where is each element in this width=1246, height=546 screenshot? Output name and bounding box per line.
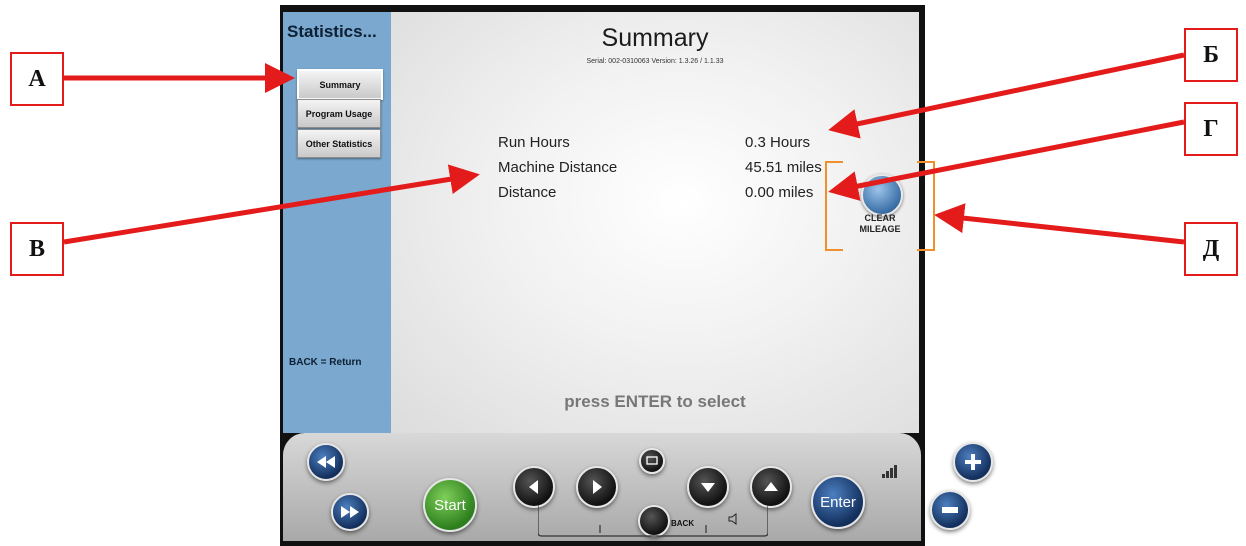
fast-forward-icon bbox=[341, 506, 359, 518]
callout-b: Б bbox=[1184, 28, 1238, 82]
minus-icon bbox=[942, 507, 958, 513]
incline-icon bbox=[882, 465, 897, 478]
selection-bracket-right bbox=[917, 161, 935, 251]
sidebar-item-other-statistics[interactable]: Other Statistics bbox=[297, 129, 381, 158]
enter-button[interactable]: Enter bbox=[811, 475, 865, 529]
sidebar: Statistics... Summary Program Usage Othe… bbox=[283, 12, 391, 433]
stat-label-run-hours: Run Hours bbox=[498, 134, 570, 151]
down-button[interactable] bbox=[687, 466, 729, 508]
main-panel: Summary Serial: 002-0310063 Version: 1.3… bbox=[391, 12, 935, 433]
tv-icon bbox=[646, 456, 658, 465]
enter-hint: press ENTER to select bbox=[564, 392, 746, 411]
stat-value-distance: 0.00 miles bbox=[745, 184, 814, 201]
callout-v: В bbox=[10, 222, 64, 276]
arrow-down-icon bbox=[701, 483, 715, 492]
page-title: Summary bbox=[601, 24, 709, 52]
decrease-button[interactable] bbox=[930, 490, 970, 530]
sidebar-item-summary[interactable]: Summary bbox=[297, 69, 383, 100]
arrow-d bbox=[934, 203, 1185, 245]
clear-mileage-button[interactable]: CLEAR MILEAGE bbox=[825, 158, 935, 251]
clear-mileage-label: CLEAR MILEAGE bbox=[859, 213, 901, 234]
stat-value-run-hours: 0.3 Hours bbox=[745, 134, 811, 151]
sidebar-item-program-usage[interactable]: Program Usage bbox=[297, 99, 381, 128]
sidebar-title: Statistics... bbox=[287, 22, 377, 41]
increase-button[interactable] bbox=[953, 442, 993, 482]
tv-button[interactable] bbox=[639, 448, 665, 474]
rewind-icon bbox=[317, 456, 335, 468]
callout-d: Д bbox=[1184, 222, 1238, 276]
arrow-up-icon bbox=[764, 482, 778, 491]
arrow-left-icon bbox=[529, 480, 538, 494]
selection-bracket-left bbox=[825, 161, 843, 251]
control-console: Start BACK Enter bbox=[283, 433, 921, 541]
rewind-button[interactable] bbox=[307, 443, 345, 481]
treadmill-screen-frame: Statistics... Summary Program Usage Othe… bbox=[280, 5, 935, 546]
button-group-lines bbox=[538, 505, 768, 537]
left-button[interactable] bbox=[513, 466, 555, 508]
clear-mileage-knob[interactable] bbox=[861, 174, 903, 216]
callout-g: Г bbox=[1184, 102, 1238, 156]
plus-icon bbox=[965, 454, 981, 470]
fast-forward-button[interactable] bbox=[331, 493, 369, 531]
arrow-right-icon bbox=[593, 480, 602, 494]
stat-label-machine-distance: Machine Distance bbox=[498, 159, 618, 176]
stat-value-machine-distance: 45.51 miles bbox=[745, 159, 822, 176]
callout-a: А bbox=[10, 52, 64, 106]
back-return-hint: BACK = Return bbox=[289, 357, 362, 368]
right-button[interactable] bbox=[576, 466, 618, 508]
start-button[interactable]: Start bbox=[423, 478, 477, 532]
stat-label-distance: Distance bbox=[498, 184, 557, 201]
up-button[interactable] bbox=[750, 466, 792, 508]
serial-version: Serial: 002-0310063 Version: 1.3.26 / 1.… bbox=[586, 58, 724, 65]
